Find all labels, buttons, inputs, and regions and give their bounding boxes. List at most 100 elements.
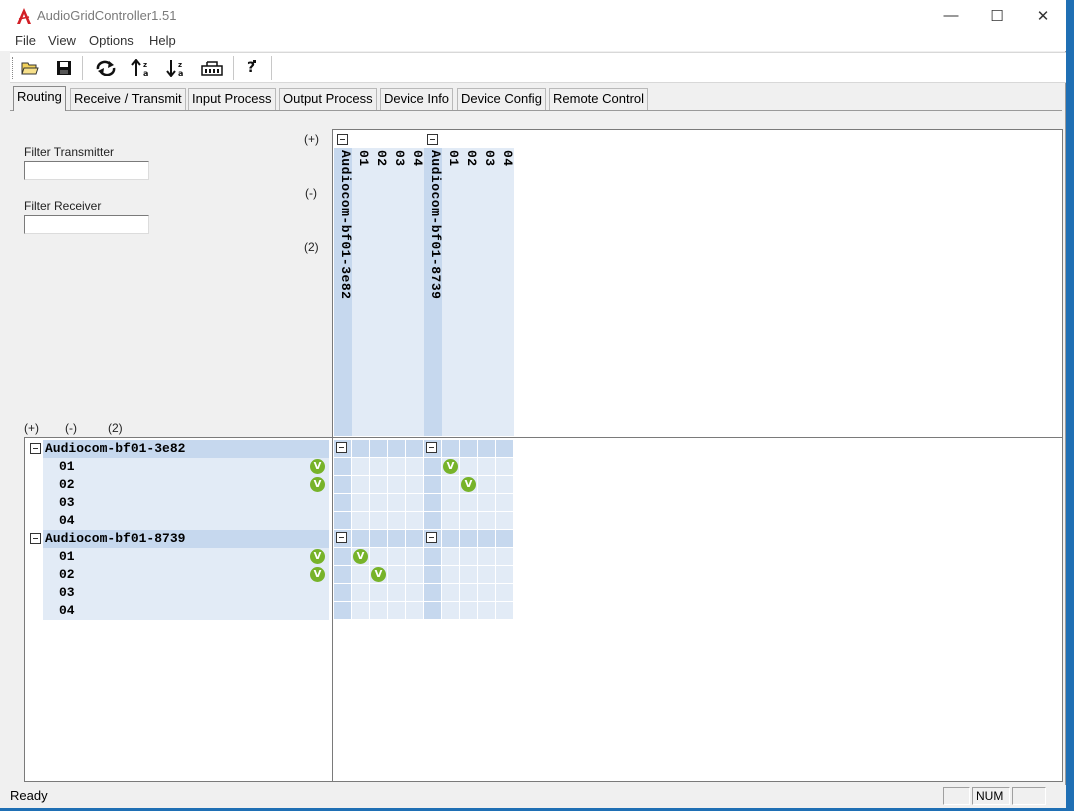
- route-cell[interactable]: [442, 584, 459, 601]
- rx-channel-row[interactable]: 01: [43, 548, 329, 566]
- route-cell[interactable]: [496, 548, 513, 565]
- route-cell[interactable]: [424, 584, 441, 601]
- route-cell[interactable]: [478, 602, 495, 619]
- route-cell[interactable]: [406, 584, 423, 601]
- route-cell[interactable]: [442, 530, 459, 547]
- rx-collapse-all[interactable]: (-): [65, 421, 77, 435]
- route-cell[interactable]: [352, 512, 369, 529]
- route-cell[interactable]: [424, 476, 441, 493]
- save-button[interactable]: [52, 57, 76, 79]
- sort-descending-button[interactable]: za: [165, 57, 189, 79]
- route-cell[interactable]: [406, 566, 423, 583]
- transmitter-header-pane[interactable]: Audiocom-bf01-3e82 01 02 03 04 Audiocom-bf01-…: [332, 129, 1063, 438]
- route-cell[interactable]: [334, 494, 351, 511]
- route-cell[interactable]: [496, 602, 513, 619]
- receiver-tree-pane[interactable]: Audiocom-bf01-3e82 01 V 02 V 03 04 Audiocom-bf0…: [24, 437, 333, 782]
- route-cell[interactable]: [388, 458, 405, 475]
- rx-expand-all[interactable]: (+): [24, 421, 39, 435]
- route-cell[interactable]: [460, 458, 477, 475]
- tx-channel-header[interactable]: [388, 148, 406, 436]
- route-cell[interactable]: [478, 476, 495, 493]
- route-connected-icon[interactable]: V: [461, 477, 476, 492]
- tx-channel-header[interactable]: [442, 148, 460, 436]
- rx-channel-row[interactable]: 02: [43, 476, 329, 494]
- route-cell[interactable]: [406, 494, 423, 511]
- route-cell[interactable]: [478, 566, 495, 583]
- rx-channel-row[interactable]: 01: [43, 458, 329, 476]
- route-cell[interactable]: [352, 440, 369, 457]
- route-cell[interactable]: [406, 476, 423, 493]
- route-cell[interactable]: [388, 440, 405, 457]
- toolbar-grip[interactable]: [12, 57, 15, 79]
- maximize-button[interactable]: ☐: [974, 0, 1020, 31]
- route-cell[interactable]: [424, 512, 441, 529]
- menu-view[interactable]: View: [48, 33, 76, 48]
- tab-device-info[interactable]: Device Info: [380, 88, 454, 110]
- route-cell[interactable]: [334, 476, 351, 493]
- close-button[interactable]: ✕: [1020, 0, 1066, 31]
- route-cell[interactable]: [478, 440, 495, 457]
- route-cell[interactable]: [424, 458, 441, 475]
- grid-collapse-toggle[interactable]: [426, 532, 437, 543]
- route-cell[interactable]: [442, 440, 459, 457]
- rx-channel-row[interactable]: 04: [43, 602, 329, 620]
- route-cell[interactable]: [442, 494, 459, 511]
- tx-channel-header[interactable]: [478, 148, 496, 436]
- route-cell[interactable]: [334, 566, 351, 583]
- tx-channel-header[interactable]: [352, 148, 370, 436]
- route-cell[interactable]: [388, 494, 405, 511]
- route-cell[interactable]: [460, 512, 477, 529]
- tab-input-process[interactable]: Input Process: [188, 88, 276, 110]
- rx-level-toggle[interactable]: (2): [108, 421, 123, 435]
- route-cell[interactable]: [460, 602, 477, 619]
- route-cell[interactable]: [424, 494, 441, 511]
- tab-routing[interactable]: Routing: [13, 86, 66, 111]
- route-cell[interactable]: [370, 548, 387, 565]
- menu-help[interactable]: Help: [149, 33, 176, 48]
- route-cell[interactable]: [388, 548, 405, 565]
- route-cell[interactable]: [352, 566, 369, 583]
- route-cell[interactable]: [388, 584, 405, 601]
- route-cell[interactable]: [406, 512, 423, 529]
- route-cell[interactable]: [370, 602, 387, 619]
- help-button[interactable]: ?: [240, 57, 264, 79]
- menu-options[interactable]: Options: [89, 33, 134, 48]
- route-cell[interactable]: [442, 566, 459, 583]
- route-cell[interactable]: [334, 512, 351, 529]
- route-cell[interactable]: [370, 530, 387, 547]
- route-cell[interactable]: [388, 602, 405, 619]
- route-cell[interactable]: [460, 548, 477, 565]
- route-cell[interactable]: [460, 530, 477, 547]
- route-cell[interactable]: [442, 602, 459, 619]
- route-connected-icon[interactable]: V: [443, 459, 458, 474]
- route-cell[interactable]: [424, 566, 441, 583]
- route-cell[interactable]: [388, 530, 405, 547]
- route-cell[interactable]: [352, 602, 369, 619]
- route-cell[interactable]: [352, 584, 369, 601]
- route-cell[interactable]: [496, 440, 513, 457]
- route-cell[interactable]: [406, 530, 423, 547]
- route-cell[interactable]: [370, 476, 387, 493]
- route-cell[interactable]: [442, 476, 459, 493]
- route-cell[interactable]: [478, 548, 495, 565]
- tab-device-config[interactable]: Device Config: [457, 88, 546, 110]
- filter-receiver-input[interactable]: [24, 215, 149, 234]
- route-cell[interactable]: [406, 440, 423, 457]
- refresh-button[interactable]: [94, 57, 118, 79]
- rx-channel-row[interactable]: 02: [43, 566, 329, 584]
- tx-channel-header[interactable]: [460, 148, 478, 436]
- route-cell[interactable]: [370, 494, 387, 511]
- rx-channel-row[interactable]: 04: [43, 512, 329, 530]
- route-cell[interactable]: [442, 548, 459, 565]
- route-cell[interactable]: [334, 584, 351, 601]
- rx-collapse-toggle[interactable]: [30, 443, 41, 454]
- title-bar[interactable]: AudioGridController1.51 — ☐ ✕: [0, 0, 1066, 31]
- grid-collapse-toggle[interactable]: [336, 442, 347, 453]
- route-cell[interactable]: [496, 530, 513, 547]
- route-cell[interactable]: [406, 602, 423, 619]
- rx-collapse-toggle[interactable]: [30, 533, 41, 544]
- rx-channel-row[interactable]: 03: [43, 494, 329, 512]
- route-cell[interactable]: [406, 548, 423, 565]
- route-cell[interactable]: [352, 476, 369, 493]
- tab-remote-control[interactable]: Remote Control: [549, 88, 649, 110]
